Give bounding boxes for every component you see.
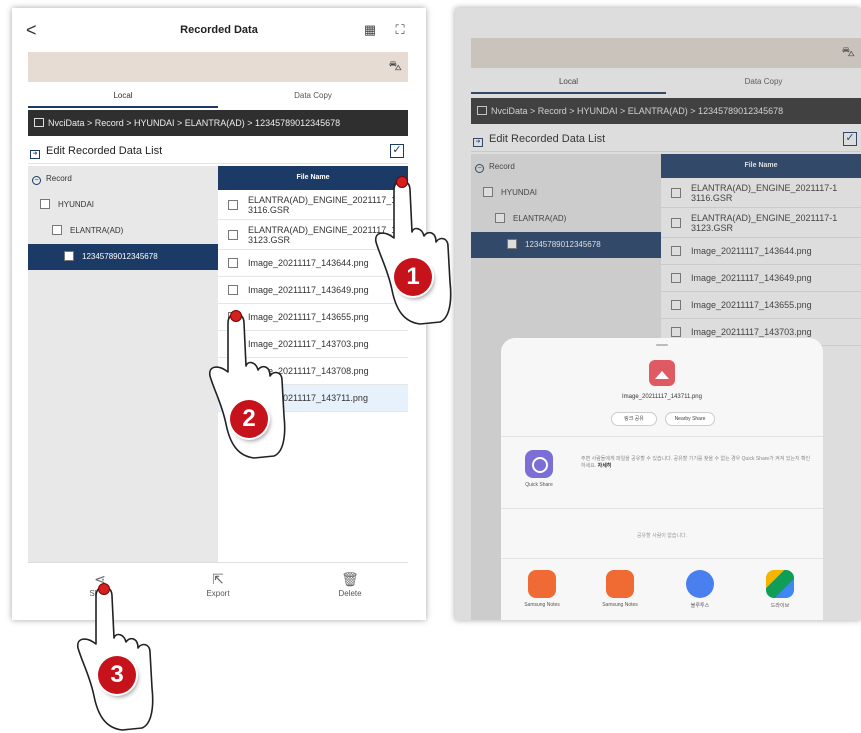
image-file-icon xyxy=(649,360,675,386)
divider xyxy=(501,436,823,437)
sheet-handle[interactable] xyxy=(656,344,668,346)
app-label: Samsung Notes xyxy=(524,602,560,608)
samsung-notes-icon xyxy=(528,570,556,598)
quick-share-description: 주변 사람들에게 파일을 공유할 수 있습니다. 공유할 기기를 찾을 수 없는… xyxy=(581,456,811,470)
share-app-samsung-notes[interactable]: Samsung Notes xyxy=(517,570,567,608)
share-app-drive[interactable]: 드라이브 xyxy=(755,570,805,609)
right-screen: ⛍ Local Data Copy NvciData > Record > HY… xyxy=(455,8,861,620)
app-label: Samsung Notes xyxy=(602,602,638,608)
step-marker-1: 1 xyxy=(394,258,432,296)
app-label: 드라이브 xyxy=(770,603,790,609)
step-marker-2: 2 xyxy=(230,400,268,438)
quick-share-desc-text: 주변 사람들에게 파일을 공유할 수 있습니다. 공유할 기기를 찾을 수 없는… xyxy=(581,456,811,469)
app-label: 블루투스 xyxy=(690,603,710,609)
share-app-samsung-notes-2[interactable]: Samsung Notes xyxy=(595,570,645,608)
tap-point-2 xyxy=(230,310,242,322)
quick-share-label: Quick Share xyxy=(525,482,553,488)
link-share-button[interactable]: 링크 공유 xyxy=(611,412,657,426)
share-app-bluetooth[interactable]: 블루투스 xyxy=(675,570,725,609)
shared-file-name: Image_20211117_143711.png xyxy=(622,394,702,400)
tap-point-3 xyxy=(98,583,110,595)
divider xyxy=(501,508,823,509)
quick-share-icon[interactable] xyxy=(525,450,553,478)
no-contacts-text: 공유할 사람이 없습니다. xyxy=(636,533,688,539)
divider xyxy=(501,558,823,559)
hand-icon xyxy=(374,180,452,325)
step-marker-3: 3 xyxy=(98,656,136,694)
share-sheet: Image_20211117_143711.png 링크 공유 Nearby S… xyxy=(501,338,823,620)
tap-point-1 xyxy=(396,176,408,188)
bluetooth-icon xyxy=(686,570,714,598)
nearby-share-button[interactable]: Nearby Share xyxy=(665,412,715,426)
quick-share-more-link[interactable]: 자세히 xyxy=(598,463,612,469)
drive-icon xyxy=(766,570,794,598)
samsung-notes-icon xyxy=(606,570,634,598)
